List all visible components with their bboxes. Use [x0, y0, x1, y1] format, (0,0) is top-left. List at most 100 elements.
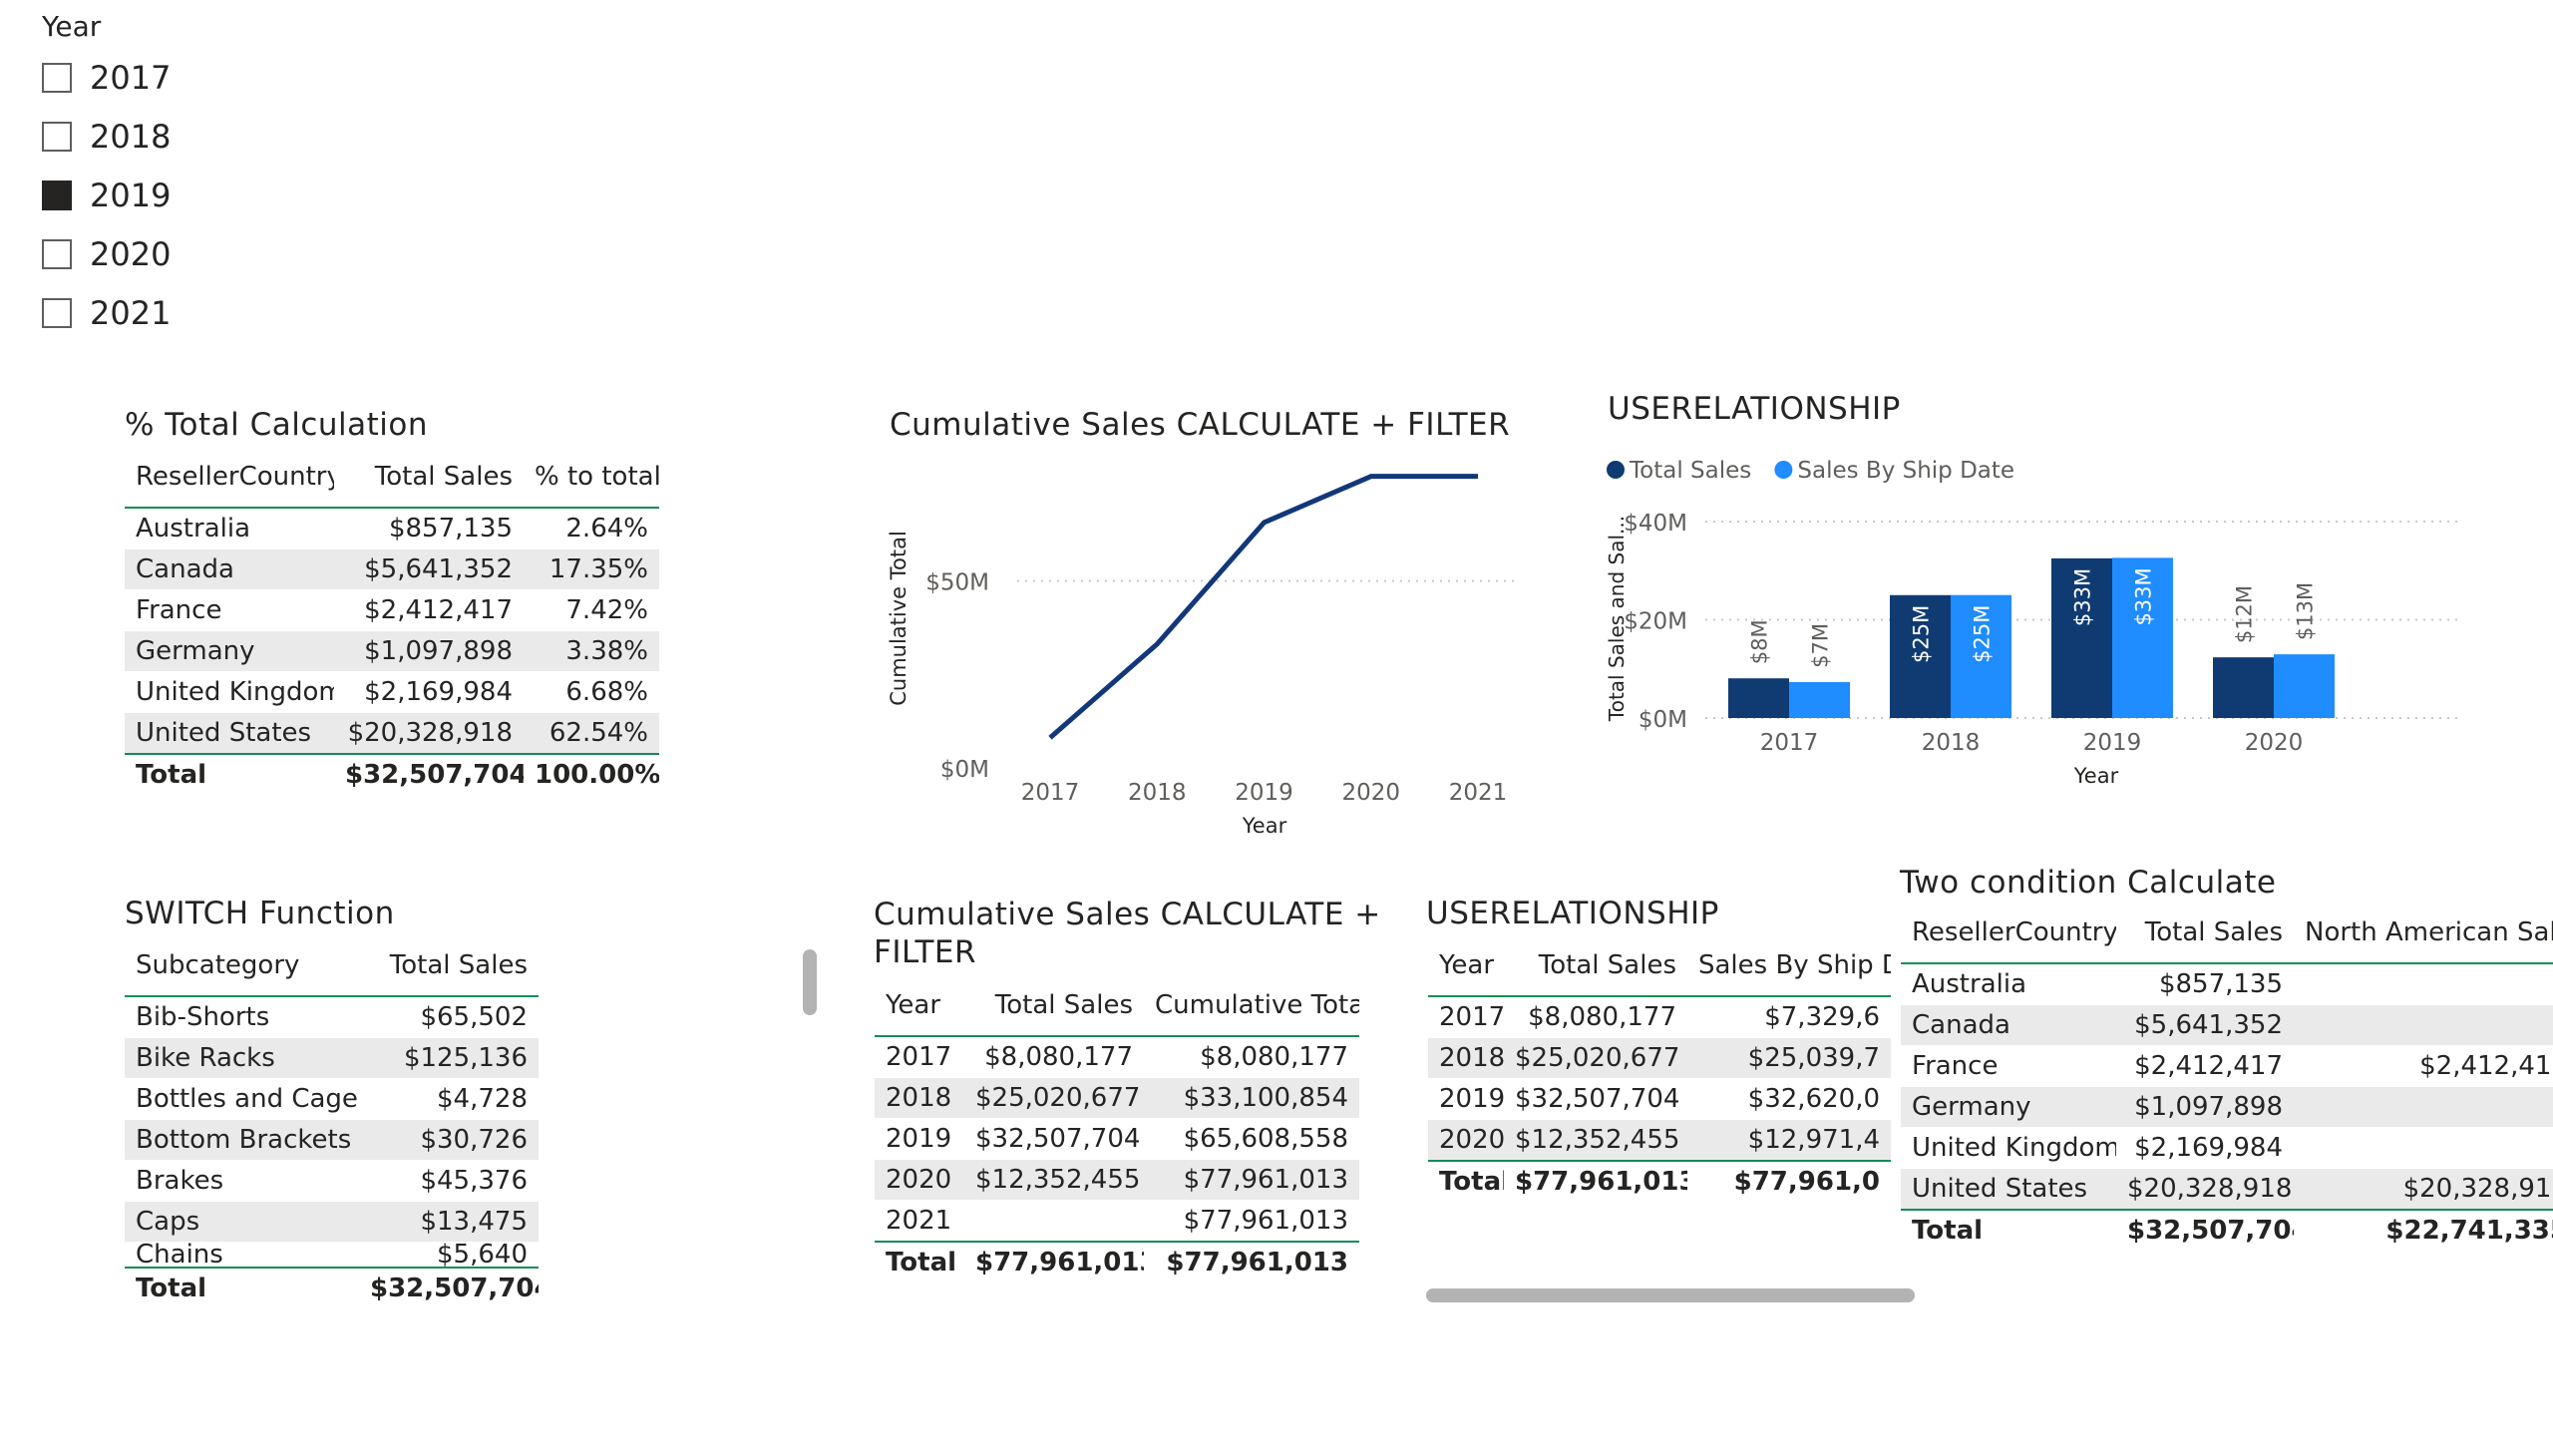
table-row[interactable]: United States $20,328,918 $20,328,918: [1901, 1168, 2553, 1211]
table-row[interactable]: Canada $5,641,352 17.35%: [125, 548, 659, 590]
column-header[interactable]: Total Sales: [359, 935, 539, 997]
table-cell: Bottom Brackets: [125, 1119, 359, 1161]
data-label: $8M: [1748, 619, 1772, 664]
table-cell: 2018: [1428, 1037, 1504, 1079]
table-row[interactable]: 2018 $25,020,677 $25,039,7: [1428, 1037, 1891, 1079]
table-cell: 2020: [875, 1159, 964, 1201]
table-cell: Bib-Shorts: [125, 995, 359, 1038]
table-row[interactable]: Bib-Shorts $65,502: [125, 995, 539, 1038]
table-row[interactable]: Australia $857,135 2.64%: [125, 507, 659, 549]
vertical-scrollbar[interactable]: [803, 949, 817, 1015]
table-cell: Canada: [1901, 1004, 2116, 1046]
table-cell: $4,728: [359, 1078, 539, 1120]
table-cell: $5,640: [359, 1242, 539, 1269]
legend-marker: [1774, 461, 1793, 479]
table-cell: $20,328,918: [334, 712, 524, 755]
table-cell: 2019: [875, 1118, 964, 1160]
horizontal-scrollbar[interactable]: [1426, 1288, 1915, 1302]
table-cell: $65,502: [359, 995, 539, 1038]
table-row[interactable]: United Kingdom $2,169,984: [1901, 1127, 2553, 1169]
table-row[interactable]: Caps $13,475: [125, 1201, 539, 1243]
table-row[interactable]: Canada $5,641,352: [1901, 1004, 2553, 1046]
table-row[interactable]: 2019 $32,507,704 $32,620,0: [1428, 1078, 1891, 1120]
slicer-option-2021[interactable]: 2021: [42, 293, 171, 333]
cum-table-title-line1: Cumulative Sales CALCULATE +: [874, 897, 1381, 932]
slicer-option-2018[interactable]: 2018: [42, 117, 171, 157]
table-cell: $5,641,352: [334, 548, 524, 590]
data-label: $33M: [2132, 567, 2156, 625]
total-cell: $77,961,013: [1504, 1160, 1687, 1203]
cumulative-sales-table: Year Total Sales Cumulative Total 2017 $8,08…: [875, 975, 1359, 1283]
table-cell: [2294, 1004, 2553, 1046]
table-row[interactable]: 2017 $8,080,177 $7,329,6: [1428, 995, 1891, 1038]
checkbox-checked[interactable]: [42, 181, 72, 210]
checkbox[interactable]: [42, 122, 72, 152]
slicer-option-label: 2021: [90, 294, 172, 332]
column-header[interactable]: ResellerCountry: [1901, 903, 2116, 964]
table-row[interactable]: 2017 $8,080,177 $8,080,177: [875, 1035, 1359, 1078]
table-cell: $32,507,704: [1504, 1078, 1687, 1120]
table-row[interactable]: Bottom Brackets $30,726: [125, 1119, 539, 1161]
table-row[interactable]: 2019 $32,507,704 $65,608,558: [875, 1118, 1359, 1160]
x-tick-label: 2020: [1341, 780, 1400, 806]
total-cell: Total: [125, 753, 334, 796]
checkbox[interactable]: [42, 298, 72, 328]
table-cell: United States: [125, 712, 334, 755]
table-cell: $8,080,177: [1144, 1035, 1359, 1078]
column-header[interactable]: Total Sales: [964, 975, 1144, 1037]
pct-table-title: % Total Calculation: [125, 407, 428, 443]
column-header[interactable]: Sales By Ship Da: [1687, 935, 1891, 997]
column-header[interactable]: Year: [875, 975, 964, 1037]
table-row[interactable]: United Kingdom $2,169,984 6.68%: [125, 671, 659, 713]
y-tick-label: $20M: [1624, 609, 1687, 635]
table-row[interactable]: 2020 $12,352,455 $12,971,4: [1428, 1119, 1891, 1162]
column-header[interactable]: % to total: [524, 447, 659, 509]
checkbox[interactable]: [42, 239, 72, 269]
total-cell: $77,961,013: [964, 1241, 1144, 1283]
table-cell: France: [125, 589, 334, 631]
table-cell: 7.42%: [524, 589, 659, 631]
table-row[interactable]: France$2,412,417$2,412,417: [1901, 1045, 2553, 1087]
bar: [1728, 678, 1789, 718]
table-row[interactable]: Germany $1,097,898: [1901, 1086, 2553, 1128]
table-cell: United Kingdom: [125, 671, 334, 713]
table-row[interactable]: Bottles and Cages $4,728: [125, 1078, 539, 1120]
table-cell: Australia: [1901, 962, 2116, 1005]
checkbox[interactable]: [42, 63, 72, 93]
table-row[interactable]: 2020 $12,352,455 $77,961,013: [875, 1159, 1359, 1201]
slicer-option-2019[interactable]: 2019: [42, 176, 171, 215]
total-cell: $32,507,704: [359, 1267, 539, 1309]
table-row[interactable]: 2018 $25,020,677 $33,100,854: [875, 1077, 1359, 1119]
total-cell: $77,961,0: [1687, 1160, 1891, 1203]
column-header[interactable]: Year: [1428, 935, 1504, 997]
column-header[interactable]: ResellerCountry: [125, 447, 334, 509]
column-header[interactable]: Total Sales: [334, 447, 524, 509]
table-cell: 17.35%: [524, 548, 659, 590]
table-row[interactable]: Bike Racks $125,136: [125, 1037, 539, 1079]
table-row[interactable]: France $2,412,417 7.42%: [125, 589, 659, 631]
bar: [1789, 681, 1850, 718]
table-row[interactable]: Brakes $45,376: [125, 1160, 539, 1202]
data-label: $7M: [1809, 623, 1833, 668]
table-cell: 2017: [875, 1035, 964, 1078]
column-header[interactable]: North American Sales: [2294, 903, 2553, 964]
table-cell: $12,971,4: [1687, 1119, 1891, 1162]
column-header[interactable]: Cumulative Total: [1144, 975, 1359, 1037]
table-row[interactable]: United States $20,328,918 62.54%: [125, 712, 659, 755]
legend-marker: [1607, 461, 1625, 479]
data-label: $12M: [2233, 585, 2257, 643]
table-cell: $77,961,013: [1144, 1200, 1359, 1243]
table-row[interactable]: Germany $1,097,898 3.38%: [125, 630, 659, 672]
table-cell: $1,097,898: [2116, 1086, 2294, 1128]
slicer-option-2017[interactable]: 2017: [42, 58, 171, 98]
column-header[interactable]: Total Sales: [1504, 935, 1687, 997]
table-row[interactable]: Australia $857,135: [1901, 962, 2553, 1005]
table-cell: $857,135: [2116, 962, 2294, 1005]
table-cell: Chains: [125, 1242, 359, 1269]
column-header[interactable]: Total Sales: [2116, 903, 2294, 964]
slicer-option-2020[interactable]: 2020: [42, 234, 171, 274]
table-cell: United Kingdom: [1901, 1127, 2116, 1169]
table-row[interactable]: Chains $5,640: [125, 1242, 539, 1269]
column-header[interactable]: Subcategory: [125, 935, 359, 997]
table-row[interactable]: 2021 $77,961,013: [875, 1200, 1359, 1243]
